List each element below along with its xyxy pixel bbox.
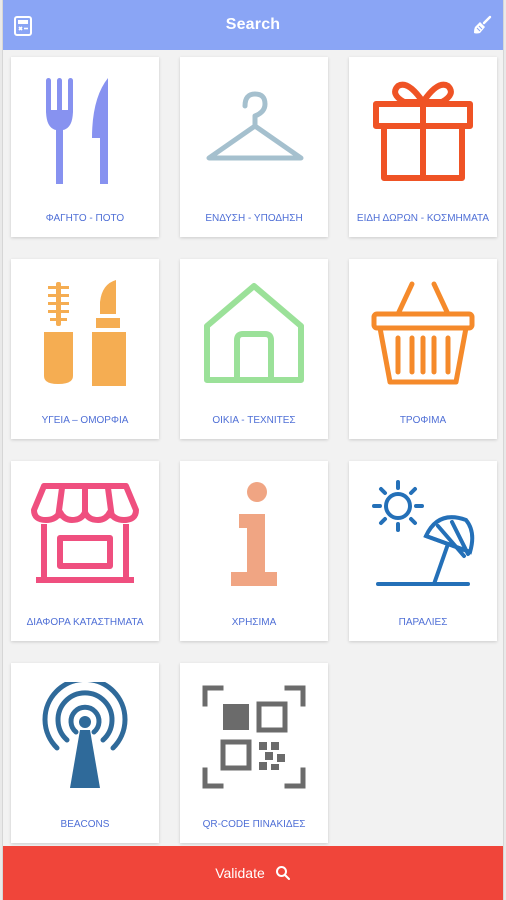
app-frame: Search ΦΑΓΗΤΟ - ΠΟΤΟ ΕΝΔΥΣΗ - ΥΠΟΔΗΣΗ ΕΙ… [3, 0, 503, 900]
search-icon [275, 865, 291, 881]
beach-icon [349, 475, 497, 595]
page-title: Search [225, 16, 281, 33]
category-tile-beacons[interactable]: BEACONS [11, 663, 159, 843]
validate-button-label: Validate [215, 865, 265, 881]
category-label: ΦΑΓΗΤΟ - ΠΟΤΟ [45, 213, 125, 224]
broom-icon[interactable] [471, 14, 493, 36]
hanger-icon [180, 71, 328, 191]
category-label: ΟΙΚΙΑ - ΤΕΧΝΙΤΕΣ [212, 415, 296, 426]
category-tile-groceries[interactable]: ΤΡΟΦΙΜΑ [349, 259, 497, 439]
category-tile-food[interactable]: ΦΑΓΗΤΟ - ΠΟΤΟ [11, 57, 159, 237]
category-tile-qr-code[interactable]: QR-CODE ΠΙΝΑΚΙΔΕΣ [180, 663, 328, 843]
fork-knife-icon [11, 71, 159, 191]
category-label: ΤΡΟΦΙΜΑ [399, 415, 447, 426]
storefront-icon [11, 475, 159, 595]
category-tile-clothing[interactable]: ΕΝΔΥΣΗ - ΥΠΟΔΗΣΗ [180, 57, 328, 237]
category-tile-beaches[interactable]: ΠΑΡΑΛΙΕΣ [349, 461, 497, 641]
category-label: ΔΙΑΦΟΡΑ ΚΑΤΑΣΤΗΜΑΤΑ [26, 617, 144, 628]
gift-icon [349, 71, 497, 191]
category-tile-gifts[interactable]: ΕΙΔΗ ΔΩΡΩΝ - ΚΟΣΜΗΜΑΤΑ [349, 57, 497, 237]
qr-code-icon [180, 677, 328, 797]
category-grid: ΦΑΓΗΤΟ - ΠΟΤΟ ΕΝΔΥΣΗ - ΥΠΟΔΗΣΗ ΕΙΔΗ ΔΩΡΩ… [11, 57, 497, 843]
category-tile-shops[interactable]: ΔΙΑΦΟΡΑ ΚΑΤΑΣΤΗΜΑΤΑ [11, 461, 159, 641]
category-label: ΧΡΗΣΙΜΑ [231, 617, 277, 628]
calculator-icon[interactable] [12, 15, 34, 37]
top-bar: Search [3, 0, 503, 50]
house-icon [180, 273, 328, 393]
category-label: ΥΓΕΙΑ – ΟΜΟΡΦΙΑ [41, 415, 129, 426]
category-tile-home[interactable]: ΟΙΚΙΑ - ΤΕΧΝΙΤΕΣ [180, 259, 328, 439]
category-label: QR-CODE ΠΙΝΑΚΙΔΕΣ [202, 819, 306, 830]
basket-icon [349, 273, 497, 393]
category-label: ΠΑΡΑΛΙΕΣ [398, 617, 448, 628]
category-tile-beauty[interactable]: ΥΓΕΙΑ – ΟΜΟΡΦΙΑ [11, 259, 159, 439]
category-tile-useful[interactable]: ΧΡΗΣΙΜΑ [180, 461, 328, 641]
info-icon [180, 475, 328, 595]
category-label: BEACONS [60, 819, 110, 830]
category-label: ΕΝΔΥΣΗ - ΥΠΟΔΗΣΗ [205, 213, 303, 224]
beacon-icon [11, 677, 159, 797]
validate-button[interactable]: Validate [3, 846, 503, 900]
cosmetics-icon [11, 273, 159, 393]
category-label: ΕΙΔΗ ΔΩΡΩΝ - ΚΟΣΜΗΜΑΤΑ [356, 213, 490, 224]
